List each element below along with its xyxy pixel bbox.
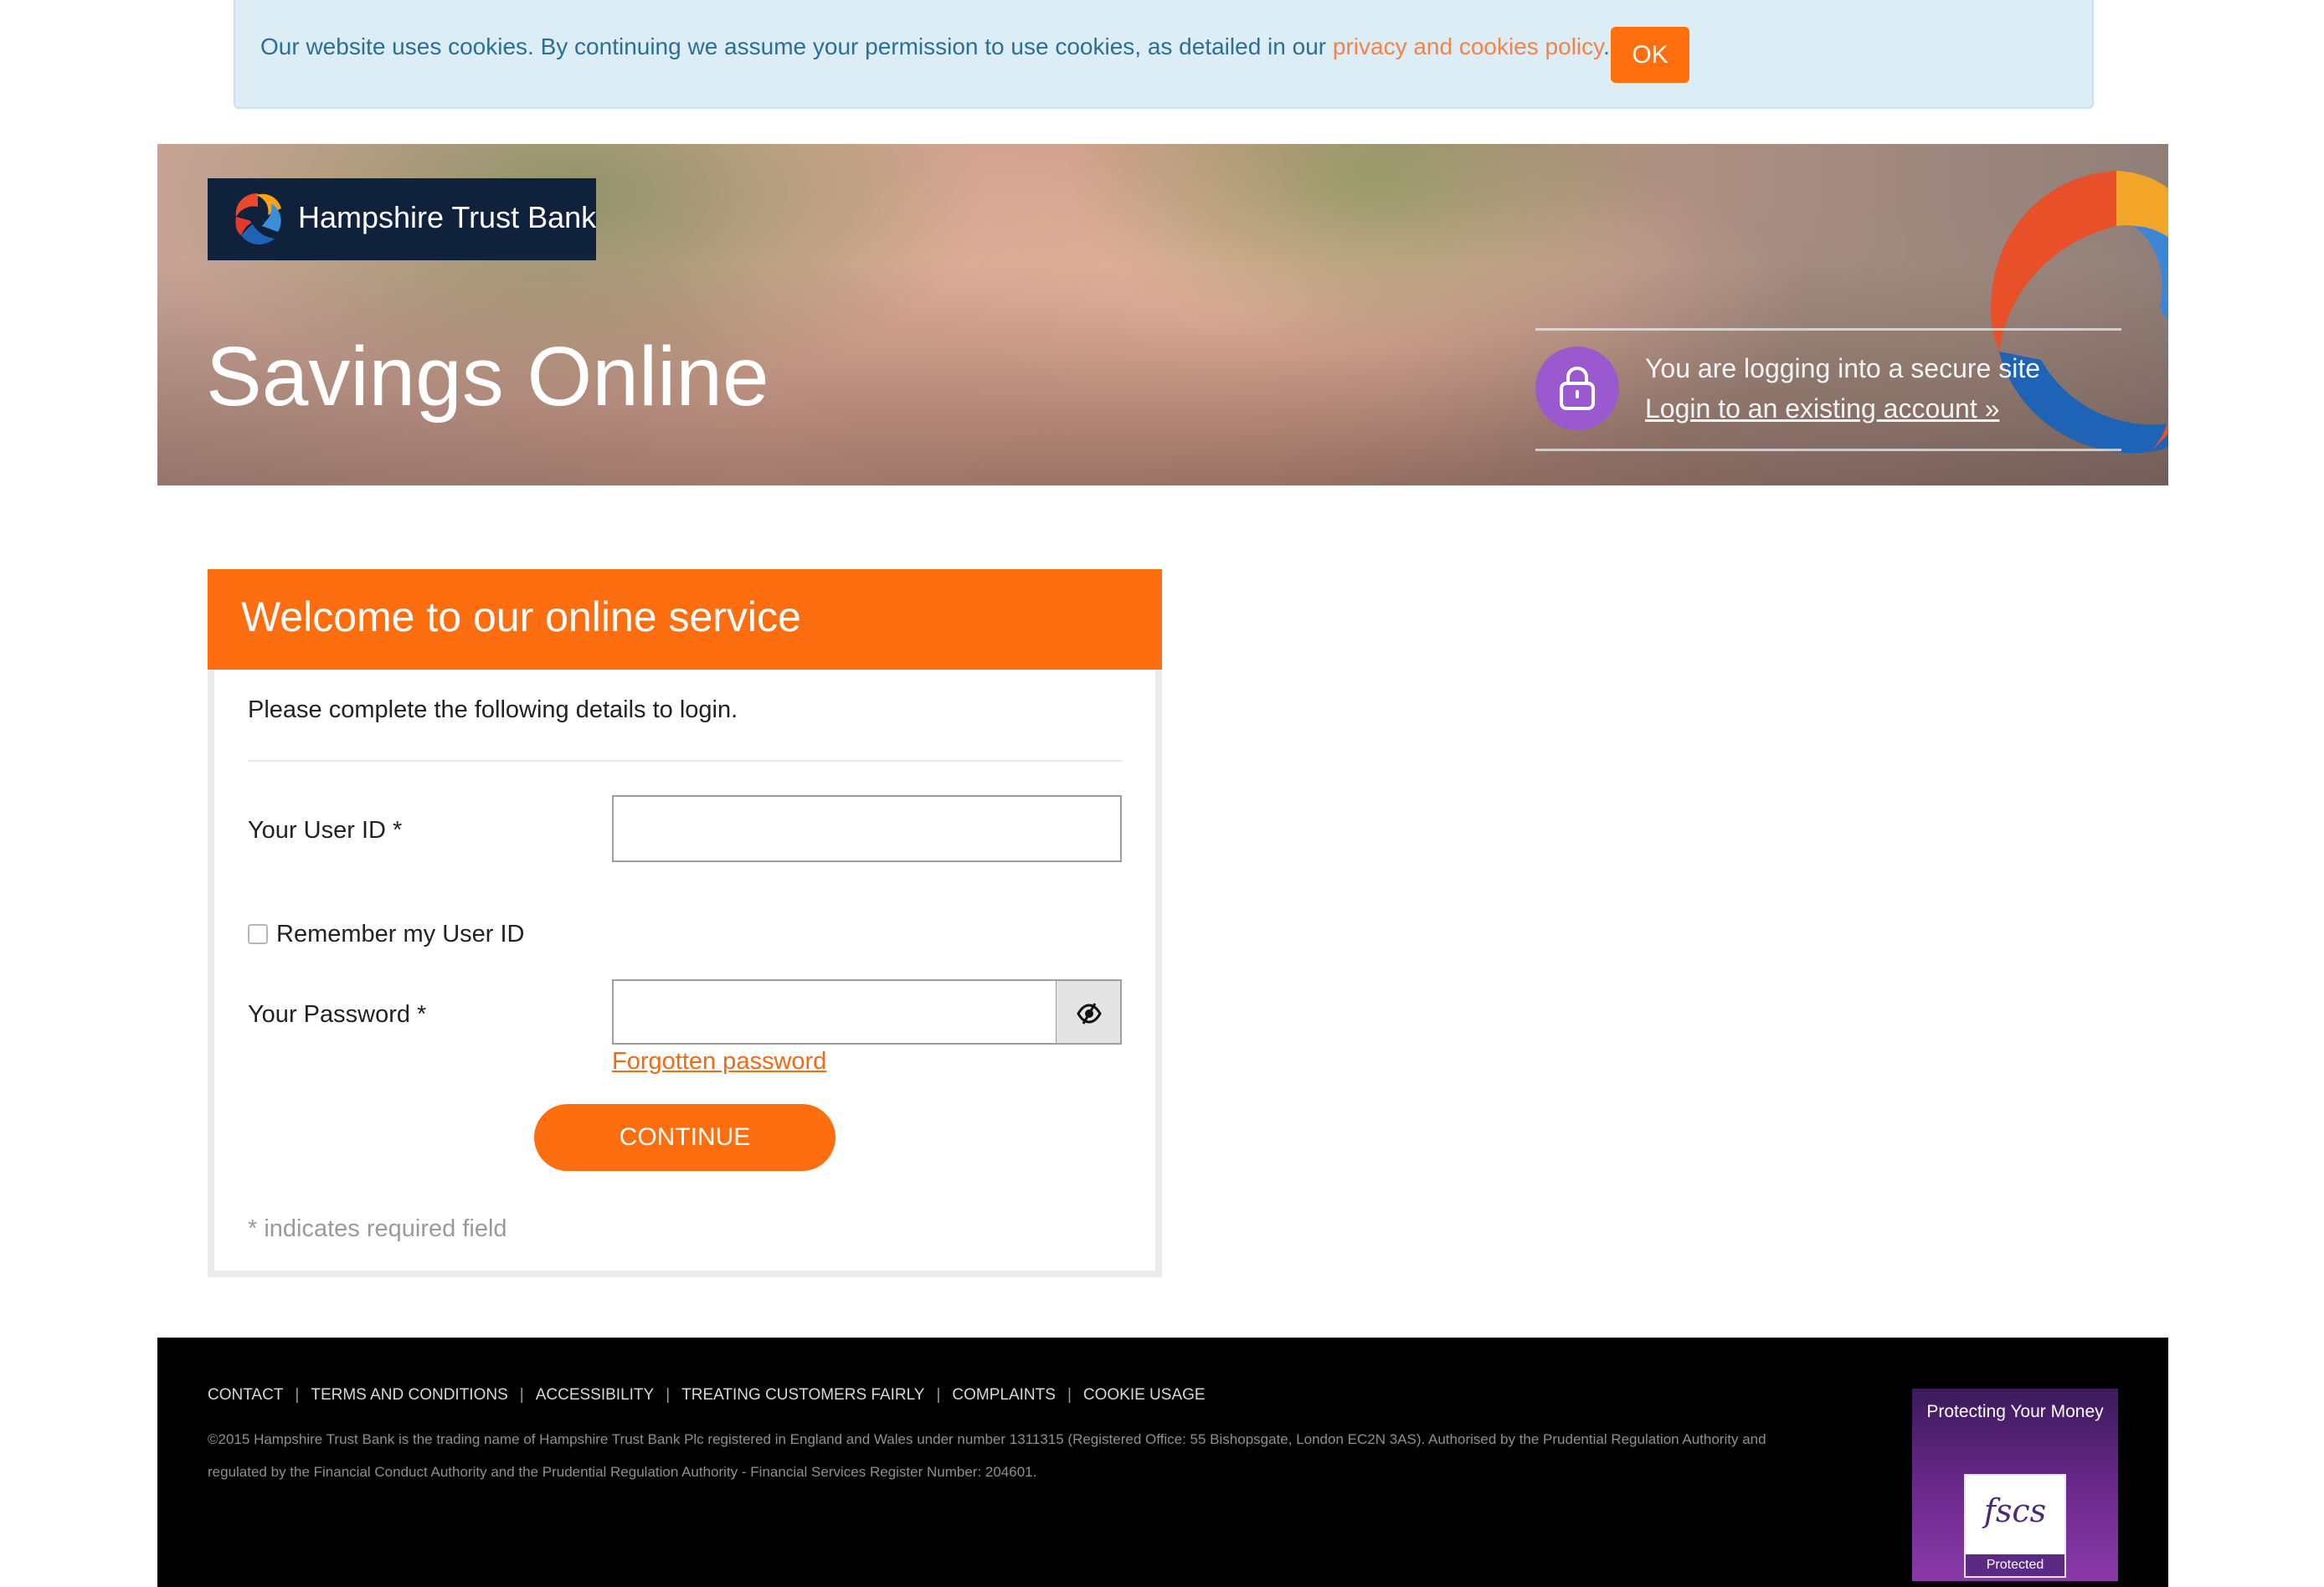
cookie-banner: Our website uses cookies. By continuing …: [234, 0, 2094, 109]
password-input[interactable]: [612, 979, 1057, 1045]
remember-user-id-label[interactable]: Remember my User ID: [276, 921, 525, 948]
user-id-input[interactable]: [612, 795, 1122, 862]
lock-glyph: [1560, 366, 1595, 410]
footer-separator: |: [666, 1386, 671, 1404]
cookie-message-text: Our website uses cookies. By continuing …: [260, 33, 1333, 59]
fscs-logo-text: fscs: [1983, 1492, 2047, 1529]
footer-separator: |: [936, 1386, 941, 1404]
user-id-label: Your User ID *: [248, 817, 403, 844]
footer-legal-text: ©2015 Hampshire Trust Bank is the tradin…: [208, 1431, 1766, 1480]
footer-link-contact[interactable]: CONTACT: [208, 1386, 283, 1404]
cookie-message-end: .: [1603, 33, 1610, 59]
footer-link-cookie-usage[interactable]: COOKIE USAGE: [1083, 1386, 1206, 1404]
footer-link-terms[interactable]: TERMS AND CONDITIONS: [311, 1386, 507, 1404]
footer-separator: |: [519, 1386, 524, 1404]
divider: [248, 760, 1122, 762]
footer-link-accessibility[interactable]: ACCESSIBILITY: [536, 1386, 655, 1404]
hero-banner: Hampshire Trust Bank Savings Online You …: [157, 144, 2168, 485]
footer-separator: |: [295, 1386, 300, 1404]
fscs-badge[interactable]: Protecting Your Money fscs Protected: [1912, 1389, 2118, 1581]
brand-name: Hampshire Trust Bank: [298, 200, 597, 234]
fscs-protected-label: Protected: [1966, 1554, 2064, 1576]
show-password-button[interactable]: [1057, 979, 1122, 1045]
login-panel-header: Welcome to our online service: [208, 569, 1162, 670]
required-field-note: * indicates required field: [248, 1215, 507, 1242]
login-panel-title: Welcome to our online service: [241, 593, 801, 640]
secure-divider-top: [1535, 328, 2121, 331]
hampshire-swirl-icon: [235, 193, 281, 245]
cookie-ok-button[interactable]: OK: [1611, 27, 1689, 83]
eye-slash-icon: [1077, 1003, 1102, 1025]
footer-separator: |: [1067, 1386, 1072, 1404]
lock-icon: [1535, 347, 1619, 430]
secure-site-text: You are logging into a secure site: [1645, 353, 2041, 383]
fscs-title: Protecting Your Money: [1926, 1402, 2104, 1421]
existing-account-login-link[interactable]: Login to an existing account »: [1645, 393, 1999, 424]
footer-nav: CONTACT | TERMS AND CONDITIONS | ACCESSIBILI…: [208, 1386, 1206, 1405]
forgotten-password-link[interactable]: Forgotten password: [612, 1048, 826, 1076]
password-label: Your Password *: [248, 1001, 427, 1028]
fscs-logo: fscs Protected: [1964, 1474, 2066, 1578]
login-intro-text: Please complete the following details to…: [248, 696, 738, 723]
cookie-message: Our website uses cookies. By continuing …: [260, 33, 1610, 60]
privacy-policy-link[interactable]: privacy and cookies policy: [1333, 33, 1603, 59]
footer: CONTACT | TERMS AND CONDITIONS | ACCESSIBILI…: [157, 1338, 2168, 1587]
footer-link-treating-customers-fairly[interactable]: TREATING CUSTOMERS FAIRLY: [681, 1386, 924, 1404]
brand-logo[interactable]: Hampshire Trust Bank: [208, 178, 596, 260]
footer-link-complaints[interactable]: COMPLAINTS: [952, 1386, 1056, 1404]
page-title: Savings Online: [206, 330, 769, 424]
remember-user-id-checkbox[interactable]: [248, 924, 268, 944]
continue-button[interactable]: CONTINUE: [534, 1104, 836, 1171]
secure-divider-bottom: [1535, 449, 2121, 451]
brand-swirl-graphic: [1991, 171, 2168, 454]
